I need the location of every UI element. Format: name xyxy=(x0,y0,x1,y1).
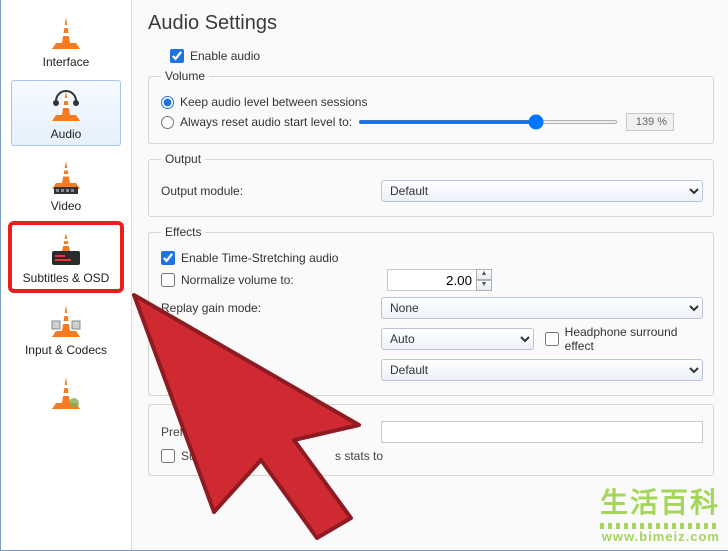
prefer-label: Prefer xyxy=(161,425,381,439)
normalize-spinner[interactable]: ▲▼ xyxy=(476,269,492,291)
replay-gain-label: Replay gain mode: xyxy=(161,301,381,315)
keep-level-radio[interactable] xyxy=(161,96,174,109)
sidebar-item-video[interactable]: Video xyxy=(11,152,121,218)
output-module-label: Output module: xyxy=(161,184,381,198)
sidebar-item-label: Video xyxy=(51,199,81,213)
submit-label: Submi xyxy=(181,449,215,463)
sidebar-item-interface[interactable]: Interface xyxy=(11,8,121,74)
effects-secondary-select[interactable]: Auto xyxy=(381,328,534,350)
sidebar-item-label: Audio xyxy=(51,127,82,141)
prefer-input[interactable] xyxy=(381,421,703,443)
volume-slider[interactable] xyxy=(358,120,618,124)
replay-gain-select[interactable]: None xyxy=(381,297,703,319)
vlc-cone-icon xyxy=(50,375,82,411)
sidebar-item-audio[interactable]: Audio xyxy=(11,80,121,146)
sidebar-item-label: Subtitles & OSD xyxy=(23,271,110,285)
sidebar-item-subtitles-osd[interactable]: Subtitles & OSD xyxy=(11,224,121,290)
headphone-label: Headphone surround effect xyxy=(565,325,703,353)
sidebar-item-label: Interface xyxy=(43,55,90,69)
watermark-url: www.bimeiz.com xyxy=(600,529,720,544)
vlc-cone-subtitle-icon xyxy=(50,231,82,267)
normalize-checkbox[interactable] xyxy=(161,273,175,287)
headphone-checkbox[interactable] xyxy=(545,332,558,346)
reset-level-radio[interactable] xyxy=(161,116,174,129)
settings-main-panel: Audio Settings Enable audio Volume Keep … xyxy=(132,0,728,550)
sidebar-item-label: Input & Codecs xyxy=(25,343,107,357)
time-stretch-checkbox[interactable] xyxy=(161,251,175,265)
settings-sidebar: Interface Audio Video Subtitles & OSD In… xyxy=(1,0,132,550)
volume-group: Volume Keep audio level between sessions… xyxy=(148,69,714,144)
vlc-cone-film-icon xyxy=(50,159,82,195)
vlc-cone-icon xyxy=(50,15,82,51)
output-module-select[interactable]: Default xyxy=(381,180,703,202)
enable-audio-row: Enable audio xyxy=(148,49,714,63)
effects-group: Effects Enable Time-Stretching audio Nor… xyxy=(148,225,714,396)
stats-label: s stats to xyxy=(335,449,383,463)
bottom-group: Prefer Submi s stats to xyxy=(148,404,714,476)
reset-level-label: Always reset audio start level to: xyxy=(180,115,352,129)
volume-percent: 139 % xyxy=(626,113,674,131)
vlc-cone-codec-icon xyxy=(50,303,82,339)
submit-stats-checkbox[interactable] xyxy=(161,449,175,463)
enable-audio-checkbox[interactable] xyxy=(170,49,184,63)
enable-audio-label: Enable audio xyxy=(190,49,260,63)
vlc-cone-headphones-icon xyxy=(50,87,82,123)
output-legend: Output xyxy=(161,152,205,166)
watermark-text: 生活百科 xyxy=(600,481,720,521)
volume-legend: Volume xyxy=(161,69,209,83)
normalize-value[interactable] xyxy=(387,269,477,291)
effects-third-select[interactable]: Default xyxy=(381,359,703,381)
sidebar-item-input-codecs[interactable]: Input & Codecs xyxy=(11,296,121,362)
effects-legend: Effects xyxy=(161,225,205,239)
page-title: Audio Settings xyxy=(148,12,714,35)
preferences-window: Interface Audio Video Subtitles & OSD In… xyxy=(0,0,728,551)
output-group: Output Output module: Default xyxy=(148,152,714,217)
time-stretch-label: Enable Time-Stretching audio xyxy=(181,251,338,265)
sidebar-item-extra[interactable] xyxy=(11,368,121,420)
normalize-label: Normalize volume to: xyxy=(181,273,387,287)
keep-level-label: Keep audio level between sessions xyxy=(180,95,367,109)
watermark: 生活百科 www.bimeiz.com xyxy=(600,481,720,544)
